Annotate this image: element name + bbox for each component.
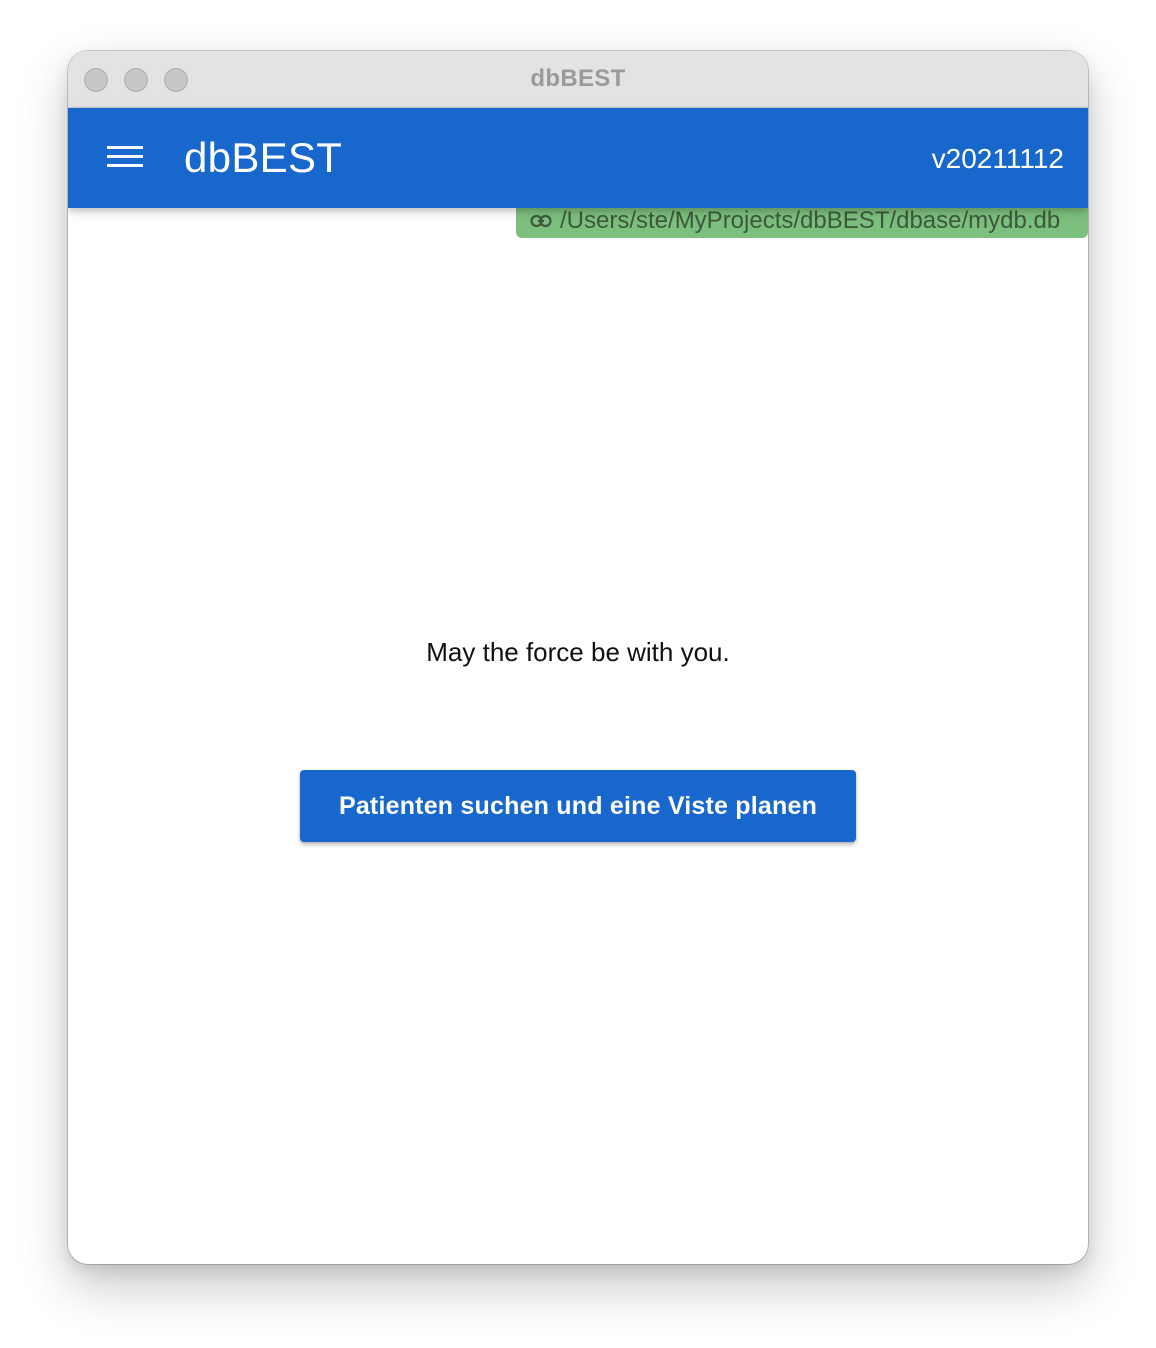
app-bar: dbBEST v20211112 [68, 108, 1088, 208]
version-label: v20211112 [931, 143, 1064, 174]
search-patients-button[interactable]: Patienten suchen und eine Viste planen [300, 770, 856, 842]
database-path: /Users/ste/MyProjects/dbBEST/dbase/mydb.… [560, 207, 1061, 234]
window-titlebar[interactable]: dbBEST [68, 51, 1088, 108]
welcome-message: May the force be with you. [426, 637, 730, 667]
app-window: dbBEST dbBEST v20211112 /Users/ste/MyPro… [68, 51, 1088, 1264]
link-icon [530, 214, 552, 228]
app-title: dbBEST [184, 134, 343, 181]
window-title: dbBEST [530, 65, 626, 92]
database-path-chip: /Users/ste/MyProjects/dbBEST/dbase/mydb.… [516, 206, 1088, 238]
hamburger-menu-icon[interactable] [104, 144, 144, 172]
